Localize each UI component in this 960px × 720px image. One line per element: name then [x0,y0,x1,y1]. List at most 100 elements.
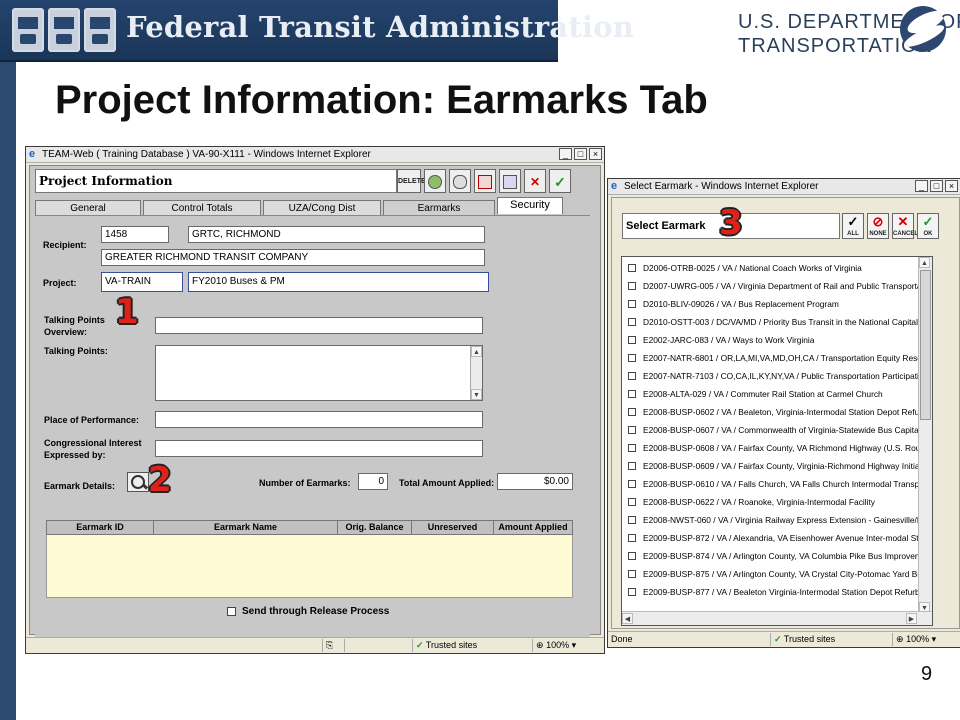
select-cancel-button[interactable]: ✕ CANCEL [892,213,918,239]
list-item[interactable]: E2007-NATR-6801 / OR,LA,MI,VA,MD,OH,CA /… [622,349,918,367]
recipient-full-name-field[interactable]: GREATER RICHMOND TRANSIT COMPANY [101,249,485,266]
select-window-statusbar: Done ✓ Trusted sites ⊕ 100% ▾ [608,631,960,647]
list-item[interactable]: E2009-BUSP-874 / VA / Arlington County, … [622,547,918,565]
project-name-field[interactable]: FY2010 Buses & PM [188,272,489,292]
select-ok-button[interactable]: ✓ OK [917,213,939,239]
col-earmark-id[interactable]: Earmark ID [47,521,154,534]
list-item[interactable]: E2007-NATR-7103 / CO,CA,IL,KY,NY,VA / Pu… [622,367,918,385]
earmark-checkbox[interactable] [628,444,636,452]
earmark-checkbox[interactable] [628,570,636,578]
place-of-performance-field[interactable] [155,411,483,428]
people-button[interactable] [424,169,446,193]
trusted-sites-zone: ✓ Trusted sites [412,639,530,652]
tab-general[interactable]: General [35,200,141,216]
zoom-control[interactable]: ⊕ 100% ▾ [532,639,602,652]
earmark-checkbox[interactable] [628,588,636,596]
tab-uza-cong-dist[interactable]: UZA/Cong Dist [263,200,381,216]
project-info-window: e TEAM-Web ( Training Database ) VA-90-X… [25,146,605,654]
list-horizontal-scrollbar[interactable]: ◀ ▶ [622,611,932,625]
callout-1: 1 [115,292,139,332]
close-button[interactable]: × [945,180,958,192]
earmark-label: E2009-BUSP-875 / VA / Arlington County, … [643,569,918,579]
col-amount-applied[interactable]: Amount Applied [494,521,572,534]
fta-logo-icons [12,8,118,54]
tab-control-totals[interactable]: Control Totals [143,200,261,216]
talking-points-textarea[interactable]: ▲ ▼ [155,345,483,401]
bus-icon [12,8,44,52]
recipient-id-field[interactable]: 1458 [101,226,169,243]
scroll-up-icon[interactable]: ▲ [919,257,930,268]
earmark-checkbox[interactable] [628,426,636,434]
minimize-button[interactable]: _ [915,180,928,192]
earmark-checkbox[interactable] [628,336,636,344]
talking-points-overview-field[interactable] [155,317,483,334]
attach-button[interactable] [449,169,471,193]
callout-2: 2 [148,460,172,500]
release-process-checkbox[interactable] [227,607,236,616]
earmark-checkbox[interactable] [628,354,636,362]
select-window-content: Select Earmark 3 ✓ ALL ⊘ NONE ✕ CANCEL ✓… [611,197,960,629]
list-item[interactable]: E2008-ALTA-029 / VA / Commuter Rail Stat… [622,385,918,403]
list-item[interactable]: E2008-NWST-060 / VA / Virginia Railway E… [622,511,918,529]
zoom-control[interactable]: ⊕ 100% ▾ [892,633,960,646]
earmark-checkbox[interactable] [628,552,636,560]
list-item[interactable]: E2002-JARC-083 / VA / Ways to Work Virgi… [622,331,918,349]
col-earmark-name[interactable]: Earmark Name [154,521,338,534]
earmark-checkbox[interactable] [628,498,636,506]
ok-button[interactable]: ✓ [549,169,571,193]
list-item[interactable]: D2006-OTRB-0025 / VA / National Coach Wo… [622,259,918,277]
list-item[interactable]: E2008-BUSP-0609 / VA / Fairfax County, V… [622,457,918,475]
list-item[interactable]: E2008-BUSP-0608 / VA / Fairfax County, V… [622,439,918,457]
project-id-field[interactable]: VA-TRAIN [101,272,183,292]
tp-overview-label-line1: Talking Points [44,315,105,325]
list-item[interactable]: D2010-OSTT-003 / DC/VA/MD / Priority Bus… [622,313,918,331]
list-item[interactable]: E2008-BUSP-0610 / VA / Falls Church, VA … [622,475,918,493]
earmark-checkbox[interactable] [628,534,636,542]
talking-points-overview-label: Talking Points Overview: [44,314,105,338]
list-item[interactable]: E2009-BUSP-877 / VA / Bealeton Virginia-… [622,583,918,601]
earmark-checkbox[interactable] [628,480,636,488]
save-button[interactable] [499,169,521,193]
congressional-interest-field[interactable] [155,440,483,457]
select-none-button[interactable]: ⊘ NONE [867,213,889,239]
list-vertical-scrollbar[interactable]: ▲ ▼ [918,257,932,613]
scroll-thumb[interactable] [920,270,931,420]
cancel-button[interactable]: ✕ [524,169,546,193]
earmark-checkbox[interactable] [628,372,636,380]
maximize-button[interactable]: □ [574,148,587,160]
scroll-up-icon[interactable]: ▲ [471,346,482,357]
col-unreserved[interactable]: Unreserved [412,521,494,534]
list-item[interactable]: E2008-BUSP-0602 / VA / Bealeton, Virgini… [622,403,918,421]
list-item[interactable]: E2008-BUSP-0607 / VA / Commonwealth of V… [622,421,918,439]
earmark-checkbox[interactable] [628,516,636,524]
list-item[interactable]: D2007-UWRG-005 / VA / Virginia Departmen… [622,277,918,295]
earmark-checkbox[interactable] [628,282,636,290]
earmark-checkbox[interactable] [628,390,636,398]
list-item[interactable]: E2008-BUSP-0622 / VA / Roanoke, Virginia… [622,493,918,511]
earmark-checkbox[interactable] [628,300,636,308]
list-item[interactable]: E2009-BUSP-872 / VA / Alexandria, VA Eis… [622,529,918,547]
earmark-checkbox[interactable] [628,318,636,326]
earmark-checkbox[interactable] [628,408,636,416]
recipient-label: Recipient: [43,240,87,250]
list-item[interactable]: E2009-BUSP-875 / VA / Arlington County, … [622,565,918,583]
maximize-button[interactable]: □ [930,180,943,192]
delete-button[interactable]: DELETE [397,169,426,193]
list-item[interactable]: D2010-BLIV-09026 / VA / Bus Replacement … [622,295,918,313]
print-button[interactable] [474,169,496,193]
scroll-right-icon[interactable]: ▶ [906,613,917,624]
col-orig-balance[interactable]: Orig. Balance [338,521,412,534]
close-button[interactable]: × [589,148,602,160]
magnifier-search-icon[interactable] [127,472,149,492]
earmark-checkbox[interactable] [628,462,636,470]
minimize-button[interactable]: _ [559,148,572,160]
select-all-button[interactable]: ✓ ALL [842,213,864,239]
earmark-checkbox[interactable] [628,264,636,272]
earmark-label: E2009-BUSP-874 / VA / Arlington County, … [643,551,918,561]
tab-security[interactable]: Security [497,197,563,214]
textarea-scrollbar[interactable]: ▲ ▼ [470,346,482,400]
scroll-down-icon[interactable]: ▼ [471,389,482,400]
recipient-name-field[interactable]: GRTC, RICHMOND [188,226,485,243]
scroll-left-icon[interactable]: ◀ [622,613,633,624]
page-status-icon: ⎘ [322,639,342,652]
